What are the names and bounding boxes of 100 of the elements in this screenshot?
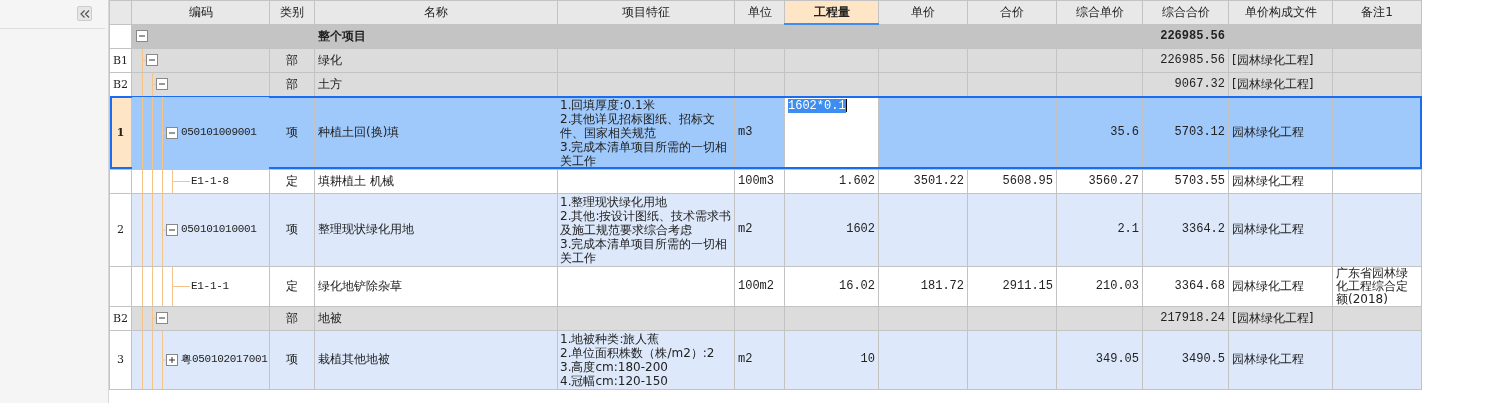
code-text: 050101009001 — [181, 125, 257, 140]
name-cell: 绿化地铲除杂草 — [314, 266, 558, 306]
unit-price-cell: 181.72 — [878, 266, 968, 306]
collapse-toggle[interactable] — [156, 78, 168, 90]
composite-total-cell: 226985.56 — [1142, 24, 1229, 48]
column-header[interactable]: 备注1 — [1332, 0, 1422, 24]
region-mark: 粤 — [181, 352, 192, 367]
code-text: E1-1-1 — [191, 278, 229, 294]
composite-total-cell: 226985.56 — [1142, 48, 1229, 72]
quantity-cell: 1602 — [784, 193, 879, 266]
collapse-toggle[interactable] — [156, 312, 168, 324]
tree-line — [142, 97, 168, 168]
column-header[interactable]: 单价构成文件 — [1228, 0, 1333, 24]
column-header[interactable]: 合价 — [967, 0, 1057, 24]
name-cell: 整个项目 — [314, 24, 558, 48]
corner-cell — [109, 0, 132, 24]
composite-total-cell: 3490.5 — [1142, 330, 1229, 389]
note-cell: 广东省园林绿化工程综合定额(2018) — [1332, 266, 1422, 306]
row-number: 2 — [109, 193, 132, 266]
tree-line — [142, 194, 168, 265]
name-cell: 栽植其他地被 — [314, 330, 558, 389]
feature-cell: 1.回填厚度:0.1米 2.其他详见招标图纸、招标文件、国家相关规范 3.完成本清单项目所需的一切相关工作 — [557, 96, 735, 169]
composite-total-cell: 5703.12 — [1142, 96, 1229, 169]
feature-cell: 1.地被种类:旅人蕉 2.单位面积株数（株/m2）:2 3.高度cm:180-200 4.冠幅cm:120-150 — [557, 330, 735, 389]
tree-line — [142, 170, 190, 192]
tree-line — [142, 307, 158, 329]
collapse-toggle[interactable] — [146, 54, 158, 66]
composite-total-cell: 9067.32 — [1142, 72, 1229, 96]
composite-unit-price-cell: 3560.27 — [1056, 169, 1143, 193]
collapse-button[interactable] — [77, 6, 92, 21]
unit-cell: m3 — [734, 96, 785, 169]
table-row[interactable]: B1 部 绿化 226985.56 [园林绿化工程] — [109, 48, 1422, 72]
table-row[interactable]: 整个项目 226985.56 — [109, 24, 1422, 48]
collapse-toggle[interactable] — [166, 126, 178, 139]
collapse-toggle[interactable] — [136, 30, 148, 42]
column-header[interactable]: 编码 — [131, 0, 270, 24]
name-cell: 地被 — [314, 306, 558, 330]
code-text: E1-1-8 — [191, 173, 229, 189]
quantity-cell: 16.02 — [784, 266, 879, 306]
collapse-toggle[interactable] — [166, 223, 178, 236]
expand-toggle[interactable] — [166, 353, 178, 366]
table-row[interactable]: E1-1-8 定 填耕植土 机械 100m3 1.602 3501.22 5608.95 3560.27 5703.55 园林绿化工程 — [109, 169, 1422, 193]
price-file-cell: [园林绿化工程] — [1228, 72, 1333, 96]
feature-cell: 1.整理现状绿化用地 2.其他:按设计图纸、技术需求书及施工规范要求综合考虑 3.完成本清单项目所需的一切相关工作 — [557, 193, 735, 266]
column-header[interactable]: 工程量 — [784, 0, 879, 24]
tree-line — [142, 73, 158, 95]
code-text: 050101010001 — [181, 222, 257, 237]
name-cell: 土方 — [314, 72, 558, 96]
column-header[interactable]: 类别 — [269, 0, 315, 24]
composite-total-cell: 217918.24 — [1142, 306, 1229, 330]
composite-total-cell: 3364.68 — [1142, 266, 1229, 306]
price-file-cell: 园林绿化工程 — [1228, 330, 1333, 389]
price-file-cell: 园林绿化工程 — [1228, 193, 1333, 266]
row-number: B2 — [109, 72, 132, 96]
unit-cell: m2 — [734, 193, 785, 266]
column-header[interactable]: 综合单价 — [1056, 0, 1143, 24]
price-file-cell: [园林绿化工程] — [1228, 48, 1333, 72]
unit-cell: 100m2 — [734, 266, 785, 306]
type-cell: 定 — [269, 266, 315, 306]
row-number: B2 — [109, 306, 132, 330]
table-row[interactable]: 3 粤050102017001 项 栽植其他地被 1.地被种类:旅人蕉 2.单位面积株数（株/m2）:2 3.高度cm:180-200 4.冠幅cm:120-150 m2 10 349.05 3490.5 园林绿化工程 — [109, 330, 1422, 389]
tree-line — [142, 267, 190, 305]
column-header[interactable]: 单位 — [734, 0, 785, 24]
row-number: B1 — [109, 48, 132, 72]
composite-unit-price-cell: 210.03 — [1056, 266, 1143, 306]
type-cell: 项 — [269, 96, 315, 169]
column-header[interactable]: 名称 — [314, 0, 558, 24]
quantity-cell: 1.602 — [784, 169, 879, 193]
table-row[interactable]: 2 050101010001 项 整理现状绿化用地 1.整理现状绿化用地 2.其他:按设计图纸、技术需求书及施工规范要求综合考虑 3.完成本清单项目所需的一切相关工作 m2 1602 2.1 3364.2 园林绿化工程 — [109, 193, 1422, 266]
composite-total-cell: 5703.55 — [1142, 169, 1229, 193]
table-row[interactable]: 1 050101009001 项 种植土回(换)填 1.回填厚度:0.1米 2.其他详见招标图纸、招标文件、国家相关规范 3.完成本清单项目所需的一切相关工作 m3 1602*0.1 35.6 5703.12 园林绿化工程 — [109, 96, 1422, 169]
composite-unit-price-cell: 2.1 — [1056, 193, 1143, 266]
code-text: 050102017001 — [192, 352, 268, 367]
price-file-cell: [园林绿化工程] — [1228, 306, 1333, 330]
type-cell: 项 — [269, 193, 315, 266]
double-chevron-left-icon — [79, 9, 90, 18]
column-header[interactable]: 单价 — [878, 0, 968, 24]
name-cell: 种植土回(换)填 — [314, 96, 558, 169]
tree-line — [142, 49, 148, 71]
price-file-cell: 园林绿化工程 — [1228, 266, 1333, 306]
column-header[interactable]: 项目特征 — [557, 0, 735, 24]
row-number: 1 — [109, 96, 132, 169]
table-row[interactable]: B2 部 地被 217918.24 [园林绿化工程] — [109, 306, 1422, 330]
name-cell: 填耕植土 机械 — [314, 169, 558, 193]
name-cell: 整理现状绿化用地 — [314, 193, 558, 266]
unit-price-cell: 3501.22 — [878, 169, 968, 193]
column-header[interactable]: 综合合价 — [1142, 0, 1229, 24]
name-cell: 绿化 — [314, 48, 558, 72]
tree-line — [142, 331, 168, 388]
total-price-cell: 5608.95 — [967, 169, 1057, 193]
table-row[interactable]: E1-1-1 定 绿化地铲除杂草 100m2 16.02 181.72 2911.15 210.03 3364.68 园林绿化工程 广东省园林绿化工程综合定额(2018) — [109, 266, 1422, 306]
price-file-cell: 园林绿化工程 — [1228, 169, 1333, 193]
row-number: 3 — [109, 330, 132, 389]
type-cell: 项 — [269, 330, 315, 389]
table-row[interactable]: B2 部 土方 9067.32 [园林绿化工程] — [109, 72, 1422, 96]
composite-unit-price-cell: 35.6 — [1056, 96, 1143, 169]
total-price-cell: 2911.15 — [967, 266, 1057, 306]
price-file-cell: 园林绿化工程 — [1228, 96, 1333, 169]
quantity-cell: 10 — [784, 330, 879, 389]
composite-total-cell: 3364.2 — [1142, 193, 1229, 266]
